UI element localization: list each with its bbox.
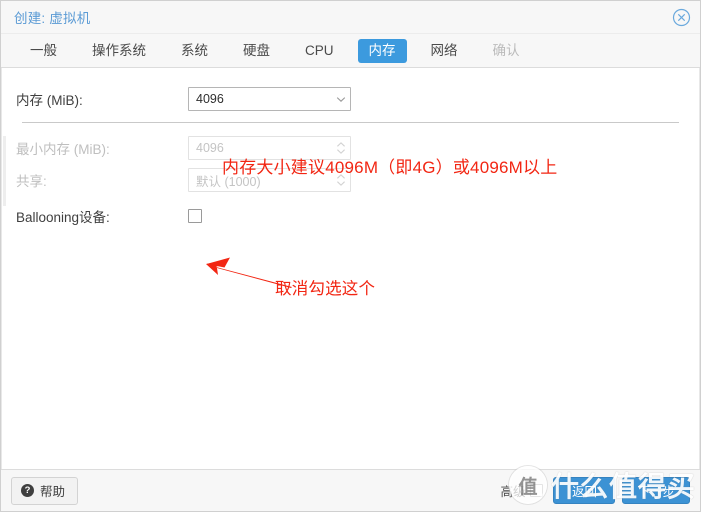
advanced-checkbox[interactable]	[530, 484, 544, 497]
memory-input[interactable]	[188, 87, 351, 111]
memory-row: 内存 (MiB):	[16, 84, 685, 114]
uncheck-annotation-text: 取消勾选这个	[275, 280, 376, 298]
help-button-label: 帮助	[40, 485, 66, 499]
tab-memory[interactable]: 内存	[357, 38, 407, 63]
tab-cpu[interactable]: CPU	[294, 39, 345, 63]
tab-network[interactable]: 网络	[420, 39, 469, 63]
tab-confirm: 确认	[492, 42, 520, 58]
memory-settings-panel: 内存 (MiB): 最小内存 (MiB):	[1, 68, 700, 469]
spinner-down-icon[interactable]	[335, 91, 346, 107]
ballooning-checkbox[interactable]	[188, 209, 202, 223]
advanced-label: 高级	[500, 485, 526, 499]
create-vm-dialog: 创建: 虚拟机 一般 操作系统 系统 硬盘 CPU 内存 网络 确认 内存 (M…	[0, 0, 701, 512]
spinner-updown-icon	[335, 172, 346, 188]
question-mark-icon: ?	[21, 484, 34, 497]
help-button[interactable]: ? 帮助	[11, 476, 79, 505]
tab-general[interactable]: 一般	[19, 39, 68, 63]
memory-input-wrap	[188, 87, 351, 111]
shares-row: 共享:	[16, 165, 685, 195]
spinner-updown-icon	[335, 140, 346, 156]
screenshot-root: 创建: 虚拟机 一般 操作系统 系统 硬盘 CPU 内存 网络 确认 内存 (M…	[0, 0, 701, 512]
tab-system[interactable]: 系统	[170, 39, 219, 63]
shares-label: 共享:	[16, 174, 47, 189]
min-memory-input-wrap	[188, 136, 351, 160]
red-arrow-icon	[206, 257, 292, 288]
back-button[interactable]: 返回	[553, 477, 616, 504]
ballooning-label: Ballooning设备:	[16, 210, 110, 225]
min-memory-label: 最小内存 (MiB):	[16, 142, 110, 157]
wizard-tabbar: 一般 操作系统 系统 硬盘 CPU 内存 网络 确认	[1, 34, 700, 68]
advanced-toggle[interactable]: 高级	[500, 481, 544, 500]
dialog-titlebar: 创建: 虚拟机	[1, 1, 700, 34]
ballooning-row: Ballooning设备:	[16, 201, 685, 231]
memory-label: 内存 (MiB):	[16, 93, 83, 108]
shares-input-wrap	[188, 168, 351, 192]
min-memory-input	[188, 136, 351, 160]
tab-os[interactable]: 操作系统	[81, 39, 157, 63]
memory-form: 内存 (MiB): 最小内存 (MiB):	[2, 68, 699, 231]
min-memory-row: 最小内存 (MiB):	[16, 133, 685, 163]
dialog-footer: ? 帮助 高级 返回 下一步 值 什么值得买	[1, 466, 700, 511]
section-divider	[22, 122, 679, 123]
shares-input	[188, 168, 351, 192]
next-button[interactable]: 下一步	[622, 477, 690, 504]
close-icon[interactable]	[670, 6, 692, 28]
tab-disks[interactable]: 硬盘	[232, 39, 281, 63]
dialog-title: 创建: 虚拟机	[14, 11, 91, 26]
footer-actions: 高级 返回 下一步	[500, 477, 690, 504]
